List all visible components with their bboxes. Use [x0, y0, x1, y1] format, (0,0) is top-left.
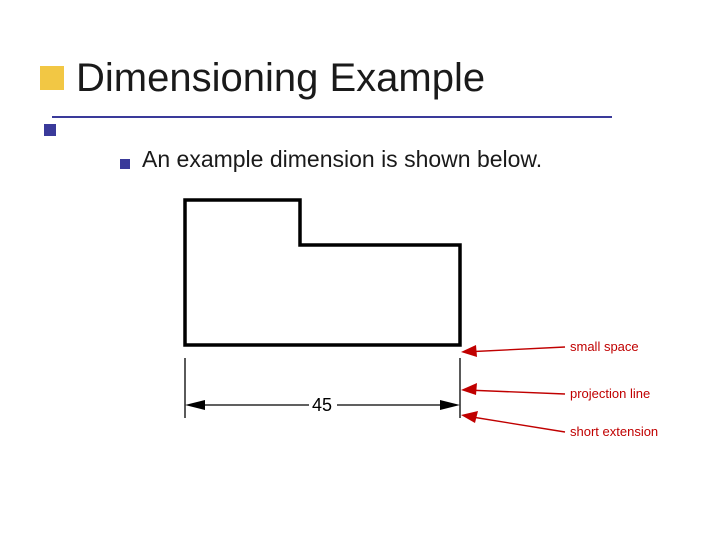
label-projection-line: projection line: [570, 386, 650, 401]
part-outline: [185, 200, 460, 345]
callout-short-extension-line: [466, 416, 565, 432]
arrowhead-left-icon: [185, 400, 205, 410]
arrowhead-right-icon: [440, 400, 460, 410]
label-short-extension: short extension: [570, 424, 658, 439]
label-small-space: small space: [570, 339, 639, 354]
callout-small-space-line: [464, 347, 565, 352]
slide: Dimensioning Example An example dimensio…: [0, 0, 720, 540]
callout-projection-line-line: [466, 390, 565, 394]
callout-small-space-arrow-icon: [461, 345, 477, 357]
dimension-diagram: 45 small space projection line short ext…: [0, 0, 720, 540]
callout-short-extension-arrow-icon: [461, 411, 478, 423]
callout-projection-line-arrow-icon: [461, 383, 477, 395]
dimension-value: 45: [312, 395, 332, 415]
